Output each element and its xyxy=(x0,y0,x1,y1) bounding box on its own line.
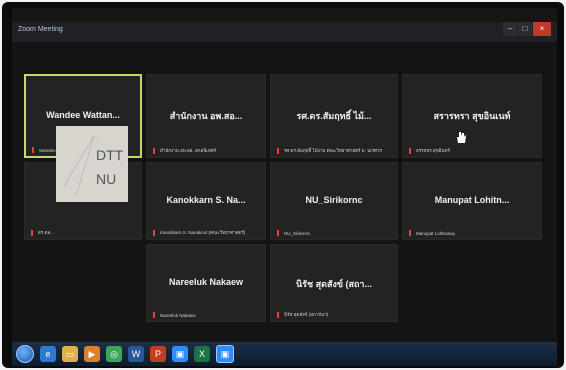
participant-tile-8[interactable]: Manupat Lohitn... Manupat Lohitnawy xyxy=(402,162,542,240)
hand-cursor-icon xyxy=(455,130,467,144)
mic-muted-icon xyxy=(275,230,281,236)
chrome-icon[interactable]: ◎ xyxy=(106,346,122,362)
participant-name: Kanokkarn S. Na... xyxy=(166,194,246,205)
participant-label: NU_Sirikornc xyxy=(284,230,311,236)
mic-muted-icon xyxy=(151,147,157,154)
logo-line1: DTT xyxy=(96,147,124,163)
screen: Zoom Meeting – □ × Wandee Wattan... Wand… xyxy=(12,8,557,366)
mic-muted-icon xyxy=(407,147,413,154)
zoom-icon[interactable]: ▣ xyxy=(172,346,188,362)
monitor-bezel: Zoom Meeting – □ × Wandee Wattan... Wand… xyxy=(2,2,564,368)
participant-tile-6[interactable]: Kanokkarn S. Na... Kanokkarn S. Nanakool… xyxy=(146,162,266,240)
mic-muted-icon xyxy=(29,229,35,236)
logo-line2: NU xyxy=(96,171,116,187)
explorer-icon[interactable]: ▭ xyxy=(62,346,78,362)
window-title: Zoom Meeting xyxy=(18,26,63,33)
participant-name: สรารทรา สุขอินเนท์ xyxy=(433,111,511,122)
close-button[interactable]: × xyxy=(533,22,551,36)
window-controls: – □ × xyxy=(503,22,551,38)
mic-muted-icon xyxy=(151,312,157,318)
participant-name: NU_Sirikornc xyxy=(305,194,363,205)
participant-name: Manupat Lohitn... xyxy=(434,194,510,205)
participant-label: นิรัช สุดสังข์ (สถาบันฯ) xyxy=(284,312,329,317)
participant-name: นิรัช สุดสังข์ (สถา... xyxy=(296,278,372,289)
excel-icon[interactable]: X xyxy=(194,346,210,362)
participant-label: ดร.ดล... xyxy=(38,230,55,235)
media-icon[interactable]: ▶ xyxy=(84,346,100,362)
participant-label: Kanokkarn S. Nanakool (คณะวิทยาศาสตร์) xyxy=(160,230,246,235)
participant-label: Nareeluk Nakaew xyxy=(160,312,196,318)
windows-taskbar: e ▭ ▶ ◎ W P ▣ X ▣ xyxy=(12,342,557,366)
participant-tile-9[interactable]: Nareeluk Nakaew Nareeluk Nakaew xyxy=(146,244,266,322)
mic-muted-icon xyxy=(151,229,157,236)
window-titlebar: Zoom Meeting – □ × xyxy=(12,22,557,42)
participant-name: Wandee Wattan... xyxy=(46,109,120,120)
mic-muted-icon xyxy=(275,147,281,154)
participant-label: Manupat Lohitnawy xyxy=(416,230,456,236)
zoom-app-icon[interactable]: ▣ xyxy=(216,345,234,363)
participant-label: รศ.ดร.สัมฤทธิ์ ไม้งาม คณะวิทยาศาสตร์ ม. … xyxy=(284,148,382,153)
participant-label: อรรถพร สุขอินทร์ xyxy=(416,148,450,153)
start-button[interactable] xyxy=(16,345,34,363)
mic-muted-icon xyxy=(275,311,281,318)
mic-muted-icon xyxy=(407,230,413,236)
powerpoint-icon[interactable]: P xyxy=(150,346,166,362)
ie-icon[interactable]: e xyxy=(40,346,56,362)
dtt-nu-logo: DTT NU xyxy=(56,126,128,202)
participant-tile-10[interactable]: นิรัช สุดสังข์ (สถา... นิรัช สุดสังข์ (ส… xyxy=(270,244,398,322)
participant-tile-2[interactable]: สำนักงาน อพ.สอ... สำนักงาน อพ.สอ. สกลนิเ… xyxy=(146,74,266,158)
mic-muted-icon xyxy=(30,147,36,153)
participant-tile-7[interactable]: NU_Sirikornc NU_Sirikornc xyxy=(270,162,398,240)
word-icon[interactable]: W xyxy=(128,346,144,362)
participant-name: สำนักงาน อพ.สอ... xyxy=(169,111,243,122)
participant-tile-3[interactable]: รศ.ดร.สัมฤทธิ์ ไม้... รศ.ดร.สัมฤทธิ์ ไม้… xyxy=(270,74,398,158)
participant-name: รศ.ดร.สัมฤทธิ์ ไม้... xyxy=(296,111,372,122)
maximize-button[interactable]: □ xyxy=(518,22,532,36)
minimize-button[interactable]: – xyxy=(503,22,517,36)
participant-label: สำนักงาน อพ.สอ. สกลนิเทศก์ xyxy=(160,148,217,153)
participant-name: Nareeluk Nakaew xyxy=(168,276,244,287)
participant-tile-4[interactable]: สรารทรา สุขอินเนท์ อรรถพร สุขอินทร์ xyxy=(402,74,542,158)
